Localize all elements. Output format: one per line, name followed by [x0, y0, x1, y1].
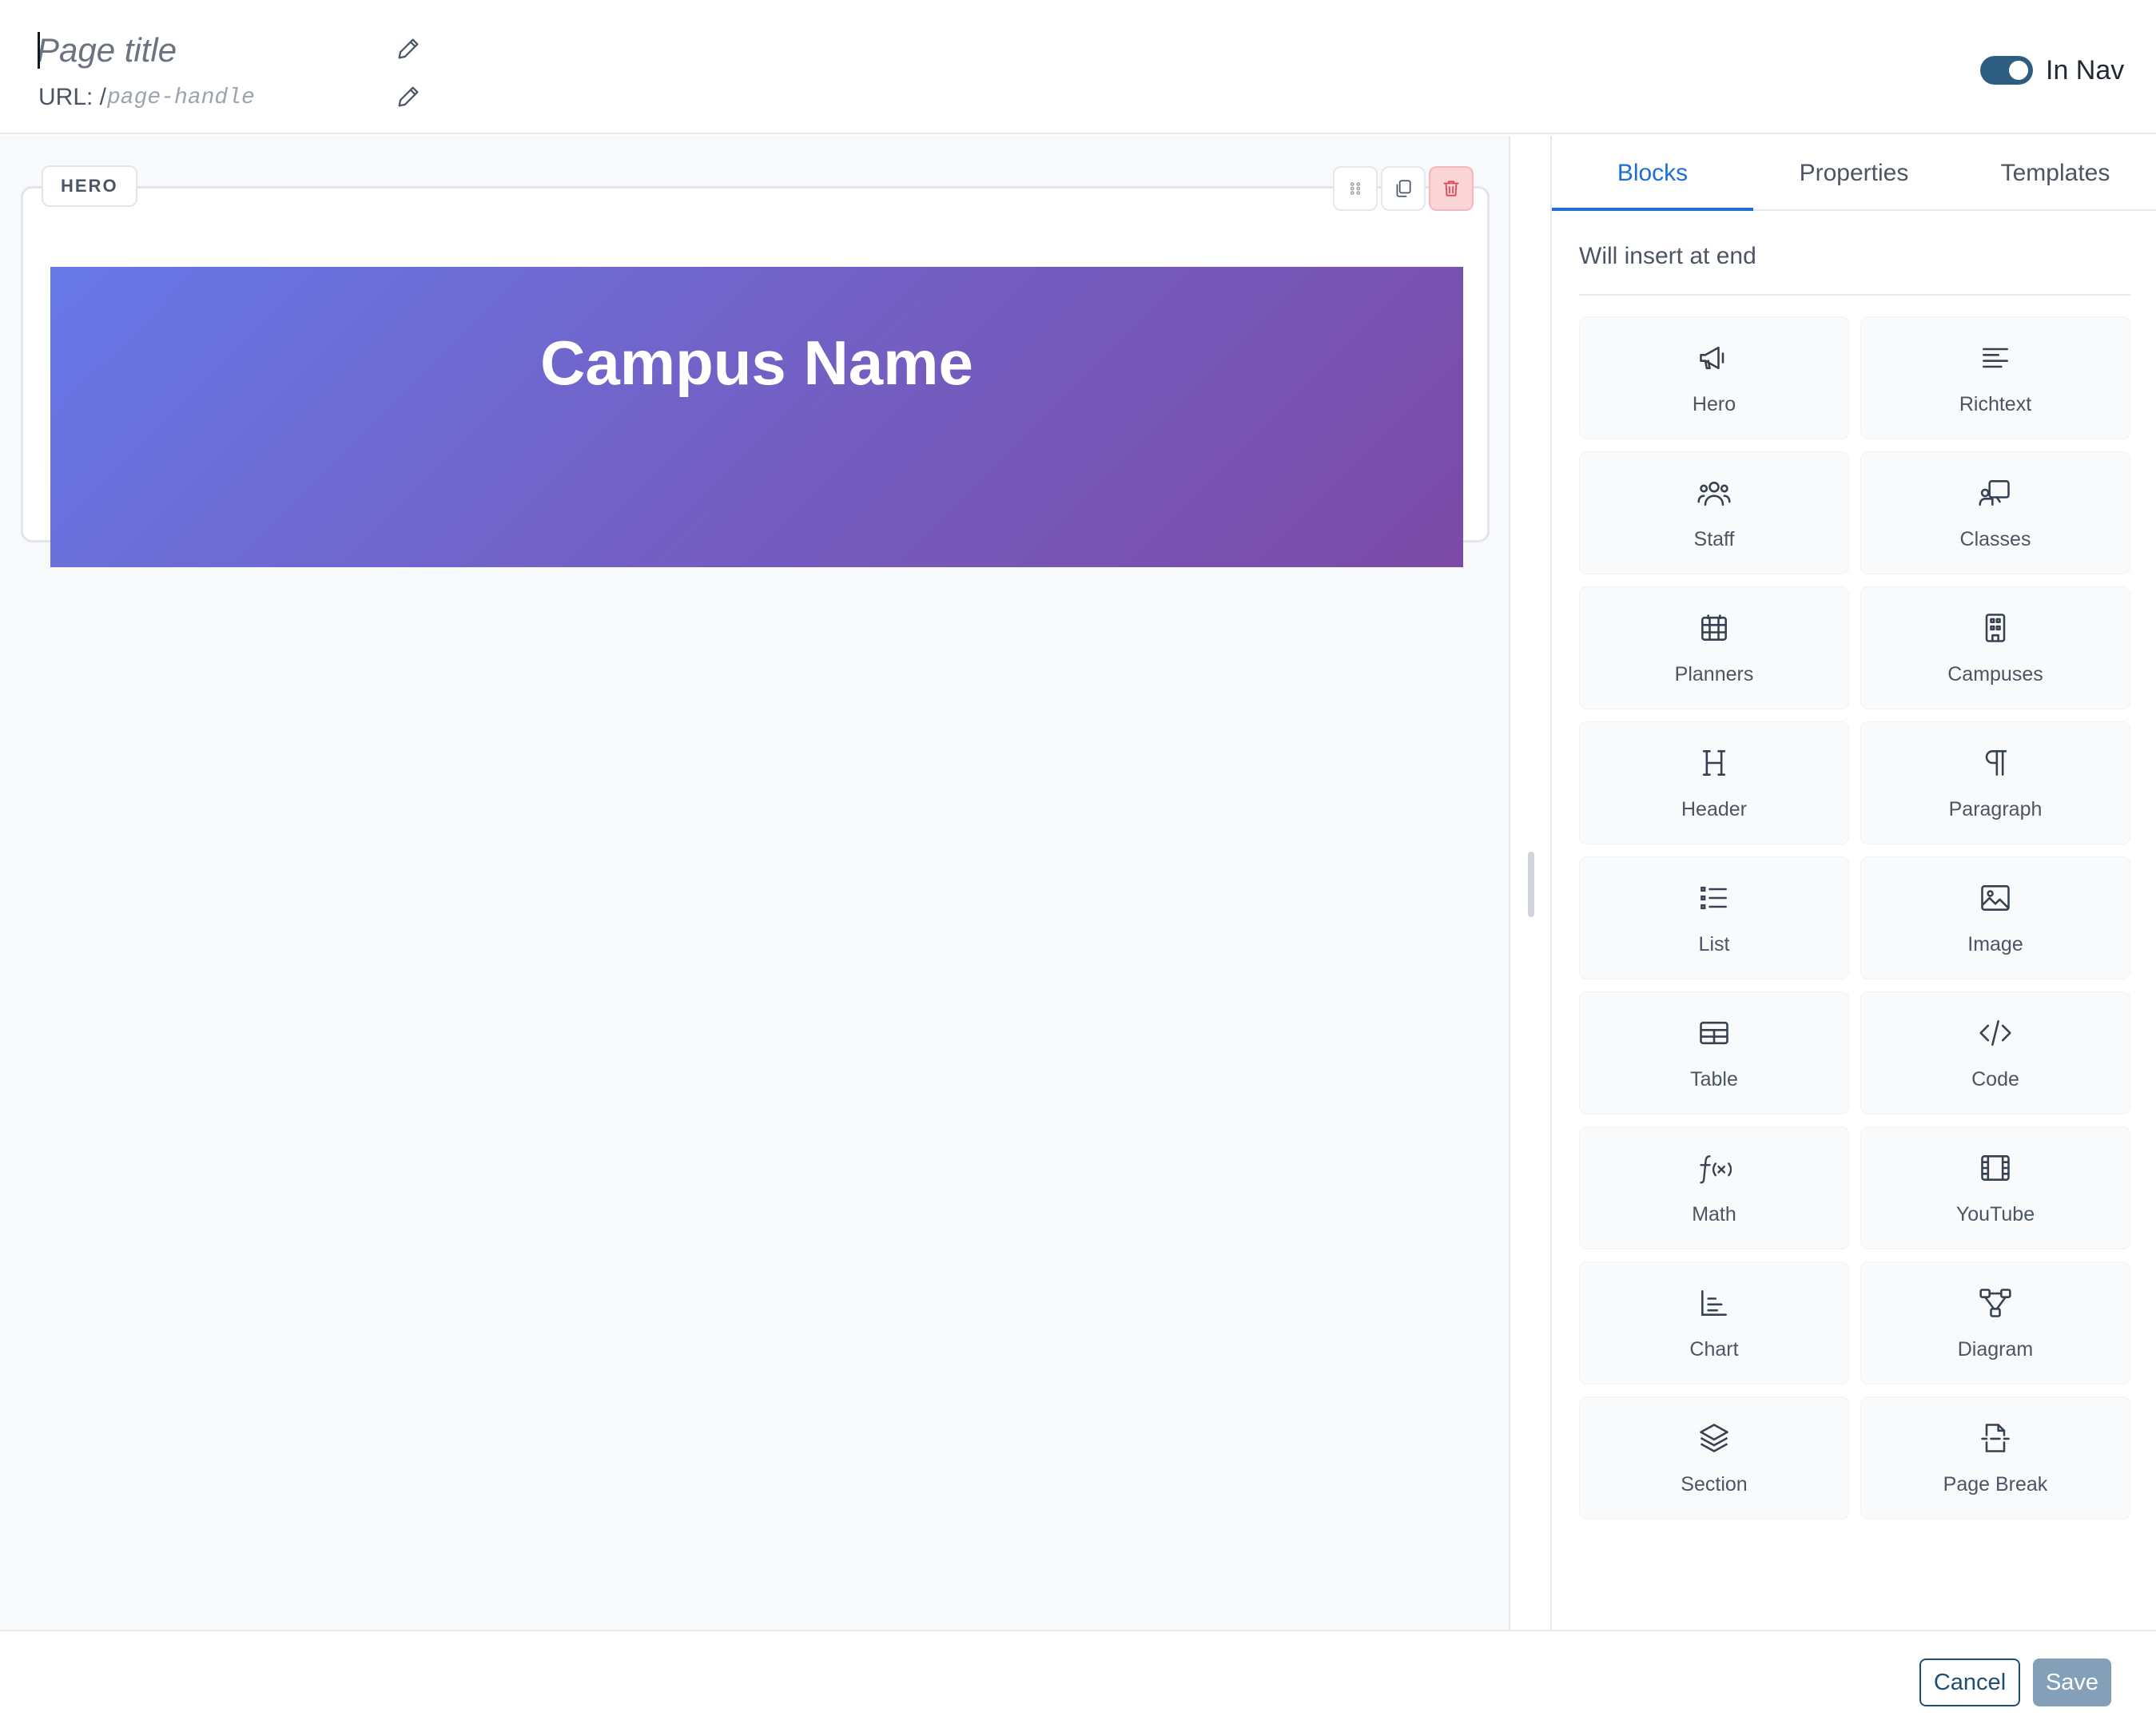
block-tile-label: Header [1681, 797, 1747, 820]
block-tile-page-break[interactable]: Page Break [1860, 1396, 2130, 1519]
copy-icon [1396, 180, 1411, 197]
block-tile-section[interactable]: Section [1579, 1396, 1849, 1519]
pilcrow-icon [1985, 749, 2007, 776]
block-tile-math[interactable]: Math [1579, 1126, 1849, 1249]
block-tile-table[interactable]: Table [1579, 991, 1849, 1114]
in-nav-toggle[interactable] [1980, 56, 2033, 85]
url-handle-input[interactable] [107, 80, 363, 115]
block-tile-label: Campuses [1947, 662, 2043, 685]
block-tile-label: Classes [1959, 527, 2031, 550]
image-icon [1981, 884, 2010, 911]
text-caret [38, 32, 40, 69]
block-tile-planners[interactable]: Planners [1579, 586, 1849, 709]
block-tile-campuses[interactable]: Campuses [1860, 586, 2130, 709]
block-tile-header[interactable]: Header [1579, 721, 1849, 844]
edit-title-pencil-icon[interactable] [395, 35, 422, 62]
list-icon [1701, 886, 1727, 909]
block-tile-label: YouTube [1955, 1202, 2035, 1226]
block-tile-label: Code [1971, 1067, 2019, 1090]
hero-banner[interactable]: Campus Name [50, 267, 1463, 567]
building-icon [1985, 613, 2006, 642]
trash-icon [1443, 181, 1459, 197]
block-tile-code[interactable]: Code [1860, 991, 2130, 1114]
megaphone-icon [1700, 346, 1724, 369]
block-tile-label: Page Break [1943, 1472, 2048, 1496]
page-header: URL: / In Nav [0, 0, 2156, 134]
editor-canvas[interactable]: Campus Name HERO [0, 136, 1509, 1630]
block-tile-chart[interactable]: Chart [1579, 1261, 1849, 1384]
diagram-icon [1979, 1288, 2011, 1317]
block-tile-label: Section [1681, 1472, 1748, 1496]
cancel-button[interactable]: Cancel [1919, 1659, 2020, 1706]
url-label: URL: / [38, 84, 107, 110]
drag-handle-button[interactable] [1333, 166, 1378, 211]
block-tile-label: Staff [1693, 527, 1735, 550]
block-tile-diagram[interactable]: Diagram [1860, 1261, 2130, 1384]
blocks-panel: Blocks Properties Templates Will insert … [1552, 136, 2156, 1630]
block-tile-label: Diagram [1957, 1337, 2034, 1361]
drag-grip-icon [1350, 182, 1361, 195]
block-tile-classes[interactable]: Classes [1860, 451, 2130, 574]
text-align-icon [1983, 348, 2008, 367]
page-title-input[interactable] [37, 24, 372, 77]
block-tile-label: Image [1967, 932, 2023, 955]
calendar-grid-icon [1701, 614, 1727, 641]
panel-tabs: Blocks Properties Templates [1552, 136, 2156, 211]
function-icon [1700, 1154, 1732, 1184]
heading-icon [1702, 749, 1726, 776]
layers-icon [1700, 1423, 1728, 1452]
block-toolbar [1333, 166, 1474, 211]
block-type-tag: HERO [42, 165, 137, 207]
insert-position-note: Will insert at end [1579, 243, 2130, 296]
block-tile-label: List [1698, 932, 1730, 955]
block-tile-label: Hero [1692, 392, 1736, 415]
block-tile-paragraph[interactable]: Paragraph [1860, 721, 2130, 844]
block-tile-label: Chart [1689, 1337, 1739, 1361]
block-tile-image[interactable]: Image [1860, 856, 2130, 979]
edit-url-pencil-icon[interactable] [395, 83, 422, 110]
film-icon [1981, 1154, 2010, 1181]
block-tile-list[interactable]: List [1579, 856, 1849, 979]
save-button[interactable]: Save [2033, 1659, 2111, 1706]
block-tile-label: Table [1690, 1067, 1738, 1090]
tab-properties[interactable]: Properties [1753, 136, 1955, 211]
block-tile-richtext[interactable]: Richtext [1860, 316, 2130, 439]
block-tile-label: Paragraph [1948, 797, 2043, 820]
tab-templates[interactable]: Templates [1955, 136, 2156, 211]
hero-title[interactable]: Campus Name [540, 327, 973, 399]
block-tile-hero[interactable]: Hero [1579, 316, 1849, 439]
block-tile-staff[interactable]: Staff [1579, 451, 1849, 574]
block-tile-label: Planners [1674, 662, 1754, 685]
chart-icon [1701, 1289, 1727, 1316]
block-tile-youtube[interactable]: YouTube [1860, 1126, 2130, 1249]
code-icon [1979, 1019, 2011, 1046]
block-tile-label: Richtext [1959, 392, 2032, 415]
page-break-icon [1981, 1423, 2010, 1452]
panel-splitter[interactable] [1509, 136, 1552, 1630]
table-icon [1700, 1021, 1728, 1044]
in-nav-label: In Nav [2046, 55, 2125, 85]
duplicate-block-button[interactable] [1381, 166, 1426, 211]
resize-handle[interactable] [1528, 852, 1534, 917]
page-footer: Cancel Save [0, 1630, 2156, 1732]
presentation-icon [1979, 479, 2010, 506]
block-tile-label: Math [1692, 1202, 1736, 1226]
toggle-knob [2009, 61, 2028, 80]
hero-block[interactable]: Campus Name [21, 186, 1490, 567]
tab-blocks[interactable]: Blocks [1552, 136, 1753, 211]
users-icon [1697, 481, 1731, 506]
delete-block-button[interactable] [1429, 166, 1474, 211]
